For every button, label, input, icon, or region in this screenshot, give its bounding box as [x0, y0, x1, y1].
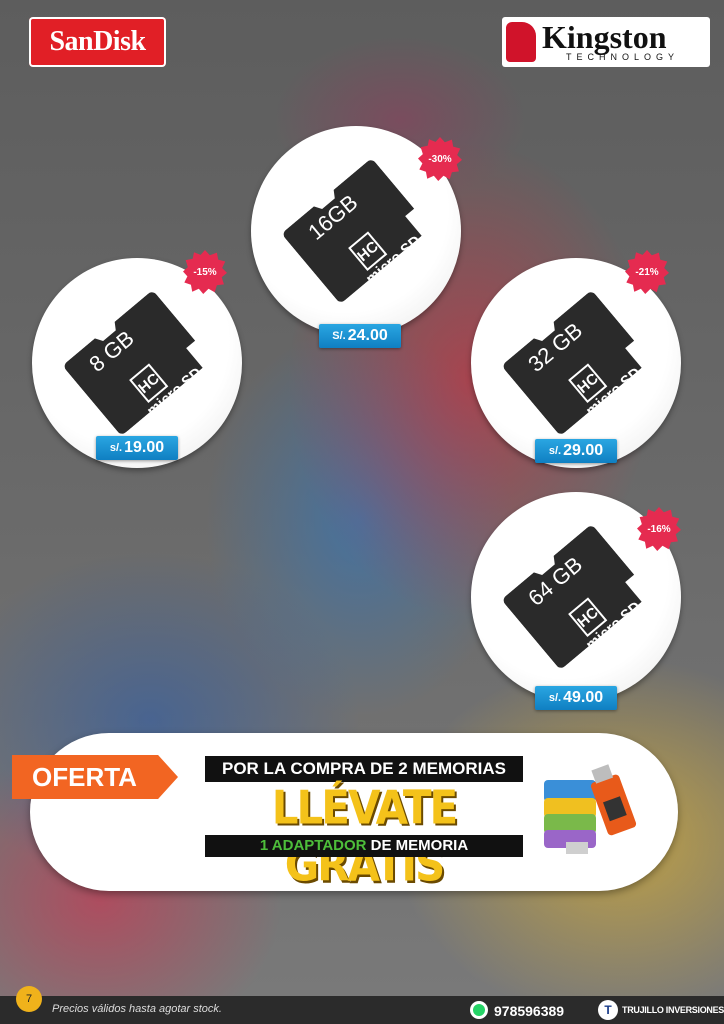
discount-badge: -15% — [183, 250, 227, 294]
card-reader-icon — [544, 764, 637, 854]
offer-line2: 1 ADAPTADOR DE MEMORIA — [205, 835, 523, 857]
discount-badge: -30% — [418, 137, 462, 181]
price-tag: s/. 29.00 — [535, 439, 617, 463]
price-tag: S/. 24.00 — [319, 324, 401, 348]
microsd-card-icon: micro SD HC 32 GB — [501, 290, 651, 436]
microsd-card-icon: micro SD HC 8 GB — [62, 290, 212, 436]
price-tag: s/. 49.00 — [535, 686, 617, 710]
microsd-card-icon: micro SD HC 16GB — [281, 158, 431, 304]
card-capacity: 64 GB — [523, 551, 588, 611]
sandisk-logo-text: SanDisk — [49, 26, 146, 57]
kingston-logo-sub: TECHNOLOGY — [566, 52, 680, 62]
phone-number[interactable]: 978596389 — [494, 1003, 564, 1019]
discount-badge: -21% — [625, 250, 669, 294]
footer-note: Precios válidos hasta agotar stock. — [52, 1003, 222, 1015]
page-number: 7 — [16, 986, 42, 1012]
microsd-card-icon: micro SD HC 64 GB — [501, 524, 651, 670]
discount-badge: -16% — [637, 507, 681, 551]
company-logo-icon: T — [598, 1000, 618, 1020]
kingston-logo-text: Kingston — [542, 19, 667, 55]
offer-tag: OFERTA — [12, 755, 178, 799]
offer-line1: POR LA COMPRA DE 2 MEMORIAS — [205, 756, 523, 782]
card-capacity: 16GB — [303, 189, 363, 245]
company-name: TRUJILLO INVERSIONES — [622, 1005, 724, 1015]
card-capacity: 8 GB — [84, 325, 139, 377]
card-capacity: 32 GB — [523, 317, 588, 377]
whatsapp-icon[interactable] — [470, 1001, 488, 1019]
offer-line2-highlight: 1 ADAPTADOR — [259, 837, 367, 854]
offer-headline: LLÉVATE GRATIS — [271, 780, 458, 892]
kingston-head-icon — [506, 22, 536, 62]
kingston-logo: Kingston TECHNOLOGY — [502, 17, 710, 67]
offer-line2-rest: DE MEMORIA — [366, 837, 469, 854]
price-tag: s/. 19.00 — [96, 436, 178, 460]
sandisk-logo: SanDisk — [29, 17, 166, 67]
